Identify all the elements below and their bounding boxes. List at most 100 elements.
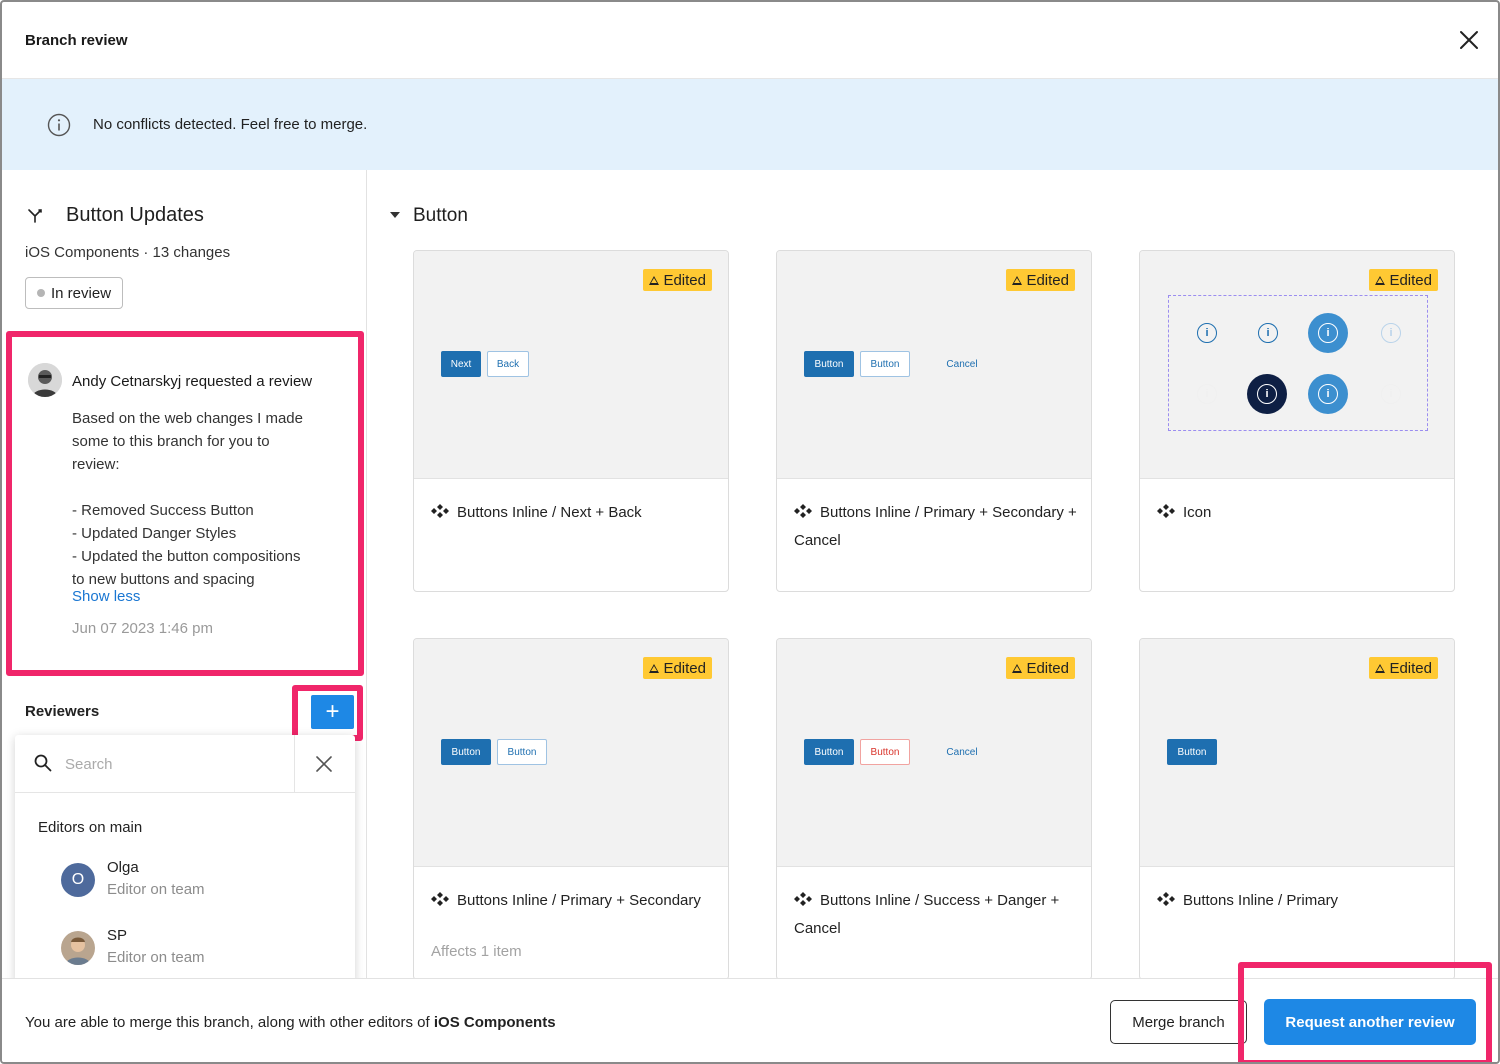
component-icon [794,504,812,518]
card-preview: Edited i i i i i i i i [1140,251,1454,479]
info-icon: i [1308,374,1348,414]
branch-name: Button Updates [66,204,204,226]
preview-button: Back [487,351,529,377]
preview-button: Cancel [946,746,978,758]
reviewer-search-dropdown: Editors on main O Olga Editor on team SP… [15,735,355,985]
message-line: some to this branch for you to [72,433,270,450]
component-icon [1157,504,1175,518]
message-line: review: [72,456,120,473]
info-icon: i [1381,384,1401,404]
change-card[interactable]: Edited i i i i i i i i Icon [1139,250,1455,592]
edited-badge: Edited [1006,657,1075,679]
reviewer-role: Editor on team [107,881,205,898]
reviewer-search-input[interactable] [65,749,285,779]
badge-label: Edited [1389,271,1432,289]
icon-variants-frame: i i i i i i i i [1168,295,1428,431]
info-icon: i [1381,323,1401,343]
edited-badge: Edited [1369,269,1438,291]
show-less-link[interactable]: Show less [72,588,140,605]
card-name: Buttons Inline / Primary + Secondary [457,892,701,909]
change-card[interactable]: Edited Next Back Buttons Inline / Next +… [413,250,729,592]
status-label: In review [51,284,112,302]
search-icon [34,754,52,772]
merge-branch-button[interactable]: Merge branch [1110,1000,1247,1044]
reviewer-option-sp[interactable]: SP Editor on team [61,927,321,971]
edited-badge: Edited [1369,657,1438,679]
component-icon [794,892,812,906]
component-icon [431,892,449,906]
preview-button: Button [1167,739,1217,765]
reviewer-name: SP [107,927,128,944]
card-name: Icon [1183,504,1212,521]
message-line: - Updated the button compositions [72,548,301,565]
card-title: Buttons Inline / Next + Back [431,499,716,527]
request-timestamp: Jun 07 2023 1:46 pm [72,620,213,637]
change-card[interactable]: Edited Button Button Cancel Buttons Inli… [776,250,1092,592]
preview-button: Button [804,351,854,377]
card-name: Buttons Inline / Primary [1183,892,1339,909]
clear-search-icon[interactable] [314,754,334,774]
change-card[interactable]: Edited Button Buttons Inline / Primary [1139,638,1455,978]
change-card[interactable]: Edited Button Button Cancel Buttons Inli… [776,638,1092,978]
component-icon [431,504,449,518]
collapse-arrow-icon[interactable] [390,212,400,218]
search-divider [294,735,295,793]
close-icon[interactable] [1458,29,1480,51]
message-line: Based on the web changes I made [72,410,303,427]
badge-label: Edited [1026,659,1069,677]
card-name: Buttons Inline / Primary + Secondary + C… [794,504,1077,549]
card-name: Buttons Inline / Next + Back [457,504,642,521]
info-icon: i [1197,323,1217,343]
preview-button: Button [804,739,854,765]
warning-icon [649,275,660,285]
warning-icon [1012,275,1023,285]
banner-text: No conflicts detected. Feel free to merg… [93,116,368,133]
info-icon: i [1308,313,1348,353]
status-dot-icon [37,289,45,297]
edited-badge: Edited [1006,269,1075,291]
avatar [61,931,95,965]
warning-icon [1375,663,1386,673]
avatar [28,363,62,397]
search-row [15,735,355,793]
branch-subtitle: iOS Components · 13 changes [25,244,231,261]
card-preview: Edited Button Button Cancel [777,639,1091,867]
reviewers-label: Reviewers [25,703,100,720]
modal-header: Branch review [2,2,1498,79]
warning-icon [649,663,660,673]
card-title: Icon [1157,499,1442,527]
info-icon: i [1247,374,1287,414]
review-message: Based on the web changes I made some to … [72,407,352,591]
card-preview: Edited Button Button Cancel [777,251,1091,479]
branch-icon [28,209,42,223]
modal-title: Branch review [25,32,128,49]
badge-label: Edited [663,659,706,677]
warning-icon [1375,275,1386,285]
modal-footer: You are able to merge this branch, along… [2,962,1498,1062]
reviewer-role: Editor on team [107,949,205,966]
preview-button: Button [441,739,491,765]
reviewer-option-olga[interactable]: O Olga Editor on team [61,859,321,903]
request-another-review-button[interactable]: Request another review [1264,999,1476,1045]
badge-label: Edited [663,271,706,289]
branch-review-modal: Branch review No conflicts detected. Fee… [0,0,1500,1064]
changes-panel: Button Edited Next Back Buttons Inline /… [368,170,1498,978]
edited-badge: Edited [643,657,712,679]
add-reviewer-button[interactable]: + [311,695,354,729]
merge-message: You are able to merge this branch, along… [25,1014,434,1031]
card-title: Buttons Inline / Success + Danger + Canc… [794,887,1079,943]
avatar: O [61,863,95,897]
status-badge: In review [25,277,124,309]
reviewer-name: Olga [107,859,139,876]
info-icon [47,113,71,137]
warning-icon [1012,663,1023,673]
message-line [72,476,352,499]
message-line: - Removed Success Button [72,502,254,519]
preview-button: Cancel [946,358,978,370]
preview-button: Button [860,351,910,377]
preview-button: Button [497,739,547,765]
info-icon: i [1258,323,1278,343]
plus-icon: + [325,698,340,725]
person-avatar-icon [28,363,62,397]
change-card[interactable]: Edited Button Button Buttons Inline / Pr… [413,638,729,978]
